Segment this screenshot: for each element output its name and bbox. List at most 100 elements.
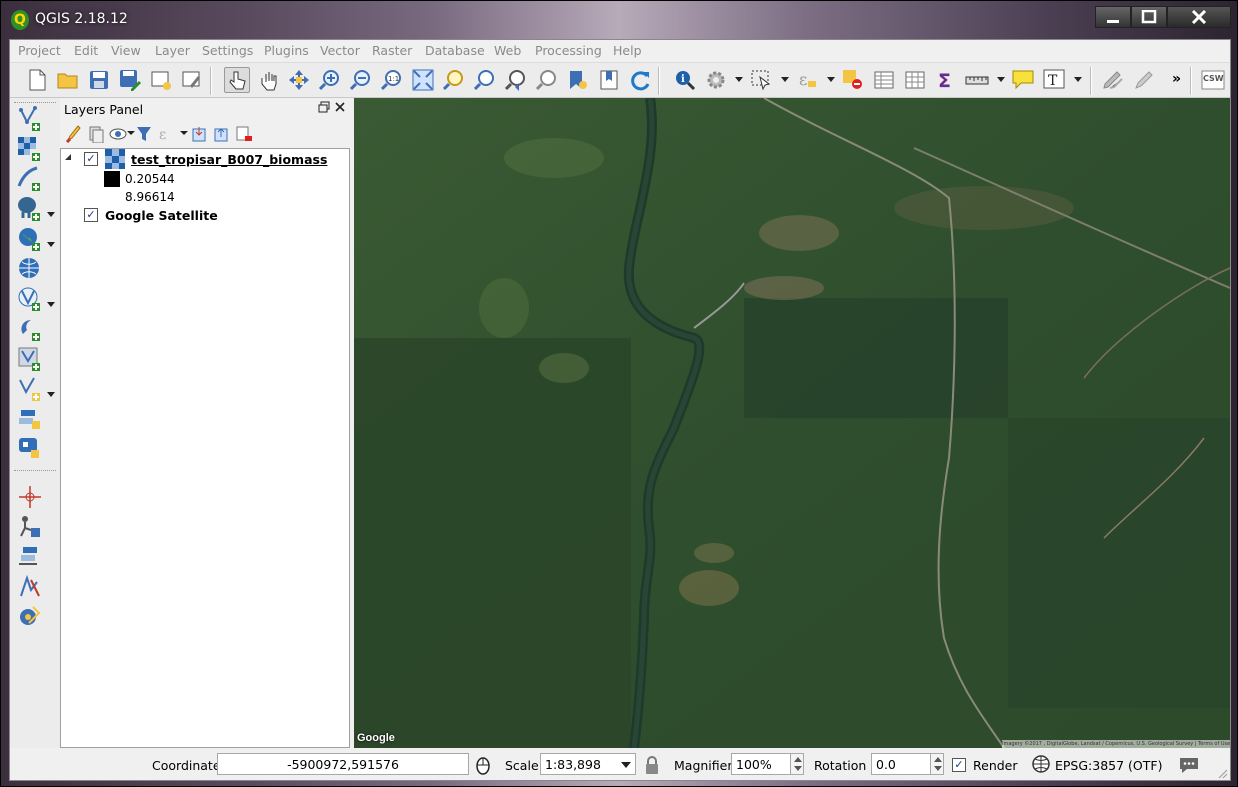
add-postgis-layer-button[interactable] <box>16 196 44 222</box>
select-by-expression-button[interactable]: ε <box>794 67 820 93</box>
zoom-native-button[interactable]: 1:1 <box>379 67 405 93</box>
menu-help[interactable]: Help <box>613 43 642 58</box>
save-project-button[interactable] <box>86 67 112 93</box>
add-wcs-layer-button[interactable] <box>16 256 44 282</box>
menu-project[interactable]: Project <box>18 43 61 58</box>
georeferencer-button[interactable] <box>16 484 44 510</box>
crs-globe-icon[interactable] <box>1032 755 1050 773</box>
menu-layer[interactable]: Layer <box>155 43 190 58</box>
add-spatialite-layer-button[interactable] <box>16 316 44 342</box>
refresh-button[interactable] <box>627 67 653 93</box>
messages-button[interactable] <box>1178 755 1200 775</box>
render-checkbox[interactable]: ✓ <box>952 758 966 772</box>
magnifier-field[interactable]: 100% <box>731 753 791 775</box>
chevron-down-icon[interactable] <box>781 77 789 82</box>
add-raster-layer-button[interactable] <box>16 136 44 162</box>
toggle-editing-button[interactable] <box>1131 67 1157 93</box>
toggle-extents-button[interactable] <box>473 755 493 775</box>
layer-name[interactable]: test_tropisar_B007_biomass <box>131 152 327 167</box>
raster-align-button[interactable] <box>16 544 44 570</box>
add-delimited-text-button[interactable] <box>16 166 44 192</box>
processing-toolbox-button[interactable] <box>16 604 44 630</box>
close-button[interactable] <box>1167 6 1231 28</box>
zoom-to-selection-button[interactable] <box>441 67 467 93</box>
map-canvas[interactable]: Google Imagery ©2017 , DigitalGlobe, Lan… <box>354 98 1230 748</box>
zoom-next-button[interactable] <box>534 67 560 93</box>
new-shapefile-layer-button[interactable] <box>16 376 44 402</box>
select-features-button[interactable] <box>748 67 774 93</box>
menu-settings[interactable]: Settings <box>202 43 253 58</box>
open-project-button[interactable] <box>55 67 81 93</box>
field-calculator-button[interactable]: Σ <box>933 67 959 93</box>
resize-grip-icon[interactable] <box>1218 768 1228 779</box>
chevron-down-icon[interactable] <box>1074 77 1082 82</box>
toolbar-handle[interactable] <box>14 102 56 104</box>
chevron-down-icon[interactable] <box>47 242 55 247</box>
toolbar-handle[interactable] <box>14 470 56 472</box>
collapse-all-button[interactable] <box>212 124 232 144</box>
layer-name[interactable]: Google Satellite <box>105 208 218 223</box>
remove-layer-button[interactable] <box>234 124 254 144</box>
touch-pan-button[interactable] <box>224 67 250 93</box>
new-project-button[interactable] <box>24 67 50 93</box>
collapse-arrow-icon[interactable] <box>65 154 71 160</box>
add-wms-layer-button[interactable] <box>16 226 44 252</box>
identify-features-button[interactable]: i <box>672 67 698 93</box>
pan-map-button[interactable] <box>255 67 281 93</box>
chevron-down-icon[interactable] <box>47 302 55 307</box>
coordinate-field[interactable]: -5900972,591576 <box>217 753 469 775</box>
filter-legend-button[interactable] <box>134 124 154 144</box>
menu-web[interactable]: Web <box>494 43 521 58</box>
close-panel-button[interactable] <box>334 101 346 113</box>
deselect-all-button[interactable] <box>840 67 866 93</box>
csw-button[interactable]: CSW <box>1200 67 1226 93</box>
chevron-down-icon[interactable] <box>827 77 835 82</box>
manage-visibility-button[interactable] <box>108 124 128 144</box>
menu-raster[interactable]: Raster <box>372 43 412 58</box>
new-bookmark-button[interactable] <box>565 67 591 93</box>
topology-checker-button[interactable] <box>16 574 44 600</box>
chevron-down-icon[interactable] <box>47 392 55 397</box>
zoom-out-button[interactable] <box>348 67 374 93</box>
magnifier-spinner[interactable] <box>790 753 804 775</box>
zoom-in-button[interactable] <box>317 67 343 93</box>
zoom-to-layer-button[interactable] <box>472 67 498 93</box>
menu-edit[interactable]: Edit <box>74 43 98 58</box>
expand-all-button[interactable] <box>190 124 210 144</box>
minimize-button[interactable] <box>1095 6 1131 28</box>
add-vector-layer-button[interactable] <box>16 106 44 132</box>
map-tips-button[interactable] <box>1010 67 1036 93</box>
scale-combobox[interactable]: 1:83,898 <box>540 753 636 775</box>
layer-visibility-checkbox[interactable]: ✓ <box>84 208 98 222</box>
chevron-down-icon[interactable] <box>735 77 743 82</box>
rotation-field[interactable]: 0.0 <box>871 753 931 775</box>
save-as-button[interactable] <box>117 67 143 93</box>
chevron-down-icon[interactable] <box>997 77 1005 82</box>
add-wfs-layer-button[interactable] <box>16 286 44 312</box>
toolbar-overflow-button[interactable]: » <box>1172 71 1181 87</box>
statistical-summary-button[interactable] <box>902 67 928 93</box>
lock-scale-button[interactable] <box>643 755 661 775</box>
add-virtual-layer-button[interactable] <box>16 346 44 372</box>
attribute-table-button[interactable] <box>871 67 897 93</box>
maximize-button[interactable] <box>1131 6 1167 28</box>
gps-tools-button[interactable] <box>16 514 44 540</box>
map-attribution[interactable]: Imagery ©2017 , DigitalGlobe, Landsat / … <box>1002 740 1230 748</box>
menu-plugins[interactable]: Plugins <box>264 43 309 58</box>
menu-processing[interactable]: Processing <box>535 43 602 58</box>
digitize-tool-button[interactable] <box>1100 67 1126 93</box>
filter-by-expression-button[interactable]: ε <box>156 124 176 144</box>
chevron-down-icon[interactable] <box>180 131 188 135</box>
run-feature-action-button[interactable] <box>703 67 729 93</box>
text-annotation-button[interactable]: T <box>1041 67 1067 93</box>
add-group-button[interactable] <box>86 124 106 144</box>
new-print-composer-button[interactable] <box>148 67 174 93</box>
show-bookmarks-button[interactable] <box>596 67 622 93</box>
composer-manager-button[interactable] <box>179 67 205 93</box>
crs-label[interactable]: EPSG:3857 (OTF) <box>1055 758 1162 773</box>
add-map-service-button[interactable] <box>16 436 44 462</box>
add-wfs-feature-button[interactable] <box>16 406 44 432</box>
undock-button[interactable] <box>318 101 330 113</box>
menu-database[interactable]: Database <box>425 43 485 58</box>
zoom-last-button[interactable] <box>503 67 529 93</box>
